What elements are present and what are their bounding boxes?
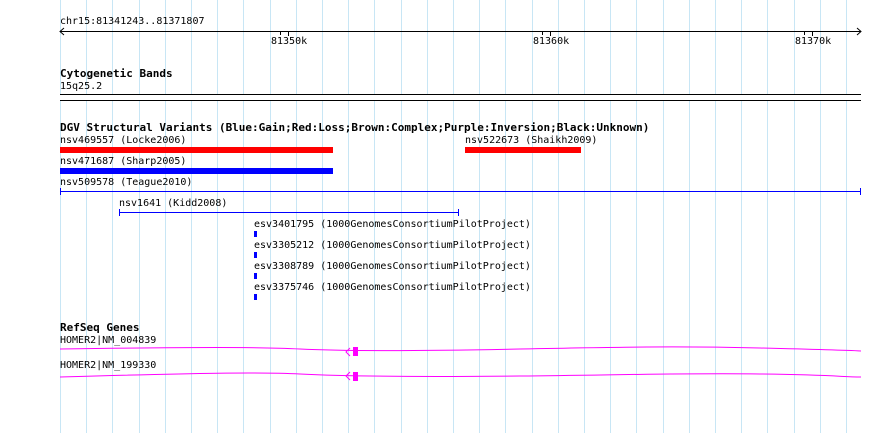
dgv-feature-label[interactable]: esv3308789 (1000GenomesConsortiumPilotPr…: [254, 261, 531, 272]
dgv-feature-tick[interactable]: [254, 294, 257, 300]
exon-block: [353, 372, 358, 381]
gene-label[interactable]: HOMER2|NM_004839: [60, 335, 156, 346]
region-label: chr15:81341243..81371807: [60, 16, 205, 27]
dgv-feature-line[interactable]: [119, 209, 459, 216]
ruler-tick-label: 81350k: [271, 36, 308, 47]
dgv-feature-label[interactable]: esv3375746 (1000GenomesConsortiumPilotPr…: [254, 282, 531, 293]
dgv-feature-label[interactable]: esv3305212 (1000GenomesConsortiumPilotPr…: [254, 240, 531, 251]
dgv-feature-tick[interactable]: [254, 231, 257, 237]
grid-lines: [60, 0, 847, 433]
gene-model[interactable]: [59, 346, 862, 357]
cytoband-label[interactable]: 15q25.2: [60, 81, 102, 92]
exon-block: [353, 347, 358, 356]
refseq-glyphs: [59, 346, 862, 381]
cytoband-glyph[interactable]: [60, 94, 861, 101]
ruler-tick-label: 81370k: [795, 36, 832, 47]
track-title-dgv: DGV Structural Variants (Blue:Gain;Red:L…: [60, 121, 650, 134]
dgv-feature-label[interactable]: nsv1641 (Kidd2008): [119, 198, 227, 209]
dgv-feature-tick[interactable]: [254, 273, 257, 279]
dgv-feature-label[interactable]: nsv522673 (Shaikh2009): [465, 135, 597, 146]
dgv-feature-label[interactable]: esv3401795 (1000GenomesConsortiumPilotPr…: [254, 219, 531, 230]
dgv-feature-label[interactable]: nsv509578 (Teague2010): [60, 177, 192, 188]
track-title-refseq: RefSeq Genes: [60, 321, 140, 334]
dgv-feature-bar[interactable]: [60, 147, 333, 153]
dgv-feature-bar[interactable]: [465, 147, 581, 153]
dgv-feature-tick[interactable]: [254, 252, 257, 258]
ruler-axis: [59, 27, 862, 36]
gene-label[interactable]: HOMER2|NM_199330: [60, 360, 156, 371]
dgv-feature-line[interactable]: [60, 188, 861, 195]
ruler-tick-label: 81360k: [533, 36, 570, 47]
dgv-feature-label[interactable]: nsv469557 (Locke2006): [60, 135, 186, 146]
genome-browser: chr15:81341243..81371807 81350k 81360k 8…: [0, 0, 890, 433]
gene-model[interactable]: [59, 371, 862, 381]
track-title-cytoband: Cytogenetic Bands: [60, 67, 173, 80]
dgv-feature-bar[interactable]: [60, 168, 333, 174]
dgv-feature-label[interactable]: nsv471687 (Sharp2005): [60, 156, 186, 167]
